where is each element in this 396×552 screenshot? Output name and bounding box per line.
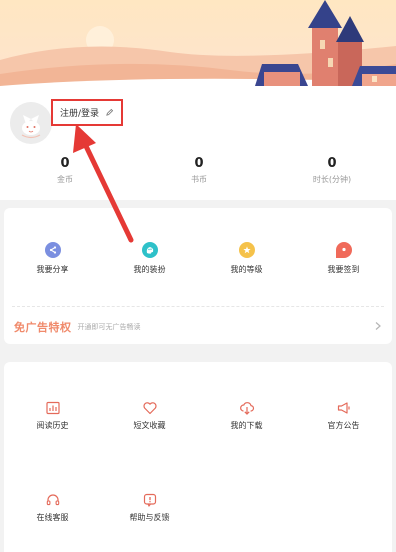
tool-online-support[interactable]: 在线客服 bbox=[4, 492, 101, 523]
tool-saved-articles[interactable]: 短文收藏 bbox=[101, 400, 198, 431]
stat-label: 书币 bbox=[191, 175, 207, 184]
quick-action-label: 我的装扮 bbox=[133, 265, 166, 274]
quick-action-label: 我的等级 bbox=[230, 265, 263, 274]
quick-action-dress-up[interactable]: 我的装扮 bbox=[101, 242, 198, 275]
stat-coins[interactable]: 0 金币 bbox=[15, 156, 115, 186]
tool-help-feedback[interactable]: 帮助与反馈 bbox=[101, 492, 198, 523]
tool-label: 帮助与反馈 bbox=[129, 513, 170, 522]
ad-free-title: 免广告特权 bbox=[14, 321, 72, 334]
tool-my-downloads[interactable]: 我的下载 bbox=[198, 400, 295, 431]
heart-icon bbox=[142, 402, 157, 415]
quick-action-share[interactable]: 我要分享 bbox=[4, 242, 101, 275]
tool-label: 在线客服 bbox=[36, 513, 69, 522]
profile-section: 注册/登录 0 金币 0 书币 0 时长(分钟) bbox=[0, 92, 396, 200]
tool-label: 我的下载 bbox=[230, 421, 263, 430]
avatar[interactable] bbox=[10, 102, 52, 144]
stat-value: 0 bbox=[60, 156, 70, 171]
stat-book-coins[interactable]: 0 书币 bbox=[149, 156, 249, 186]
megaphone-icon bbox=[337, 402, 350, 414]
ad-free-subtitle: 开通即可无广告畅读 bbox=[77, 323, 141, 331]
quick-action-label: 我要签到 bbox=[327, 265, 360, 274]
header-banner-illustration bbox=[0, 0, 396, 92]
quick-action-level[interactable]: 我的等级 bbox=[198, 242, 295, 275]
tools-card: 阅读历史 短文收藏 我的下载 官方公告 在线客服 帮助与反馈 bbox=[4, 362, 392, 552]
share-icon bbox=[44, 242, 61, 258]
ad-free-banner[interactable]: 免广告特权 开通即可无广告畅读 bbox=[14, 318, 382, 336]
quick-action-label: 我要分享 bbox=[36, 265, 69, 274]
quick-action-sign-in[interactable]: 我要签到 bbox=[295, 242, 392, 275]
tool-announcements[interactable]: 官方公告 bbox=[295, 400, 392, 431]
stat-label: 金币 bbox=[57, 175, 73, 184]
tool-label: 短文收藏 bbox=[133, 421, 166, 430]
stat-label: 时长(分钟) bbox=[312, 175, 352, 184]
dress-up-icon bbox=[141, 242, 158, 258]
stat-value: 0 bbox=[194, 156, 204, 171]
sign-in-icon bbox=[335, 242, 352, 258]
download-icon bbox=[239, 402, 254, 415]
quick-actions-card: 我要分享 我的装扮 我的等级 我要签到 免广告特权 开通即可无广告畅读 bbox=[4, 208, 392, 344]
tool-label: 阅读历史 bbox=[36, 421, 69, 430]
login-register-label: 注册/登录 bbox=[59, 109, 100, 119]
stat-reading-minutes[interactable]: 0 时长(分钟) bbox=[282, 156, 382, 186]
login-register-button[interactable]: 注册/登录 bbox=[51, 99, 123, 126]
pencil-icon bbox=[106, 108, 114, 116]
level-icon bbox=[238, 242, 255, 258]
tool-label: 官方公告 bbox=[327, 421, 360, 430]
help-icon bbox=[143, 493, 156, 508]
fox-avatar-icon bbox=[21, 115, 41, 139]
chevron-right-icon bbox=[375, 322, 381, 330]
tool-reading-history[interactable]: 阅读历史 bbox=[4, 400, 101, 431]
history-icon bbox=[45, 401, 60, 415]
divider bbox=[12, 306, 384, 307]
headset-icon bbox=[46, 494, 59, 506]
stat-value: 0 bbox=[327, 156, 337, 171]
